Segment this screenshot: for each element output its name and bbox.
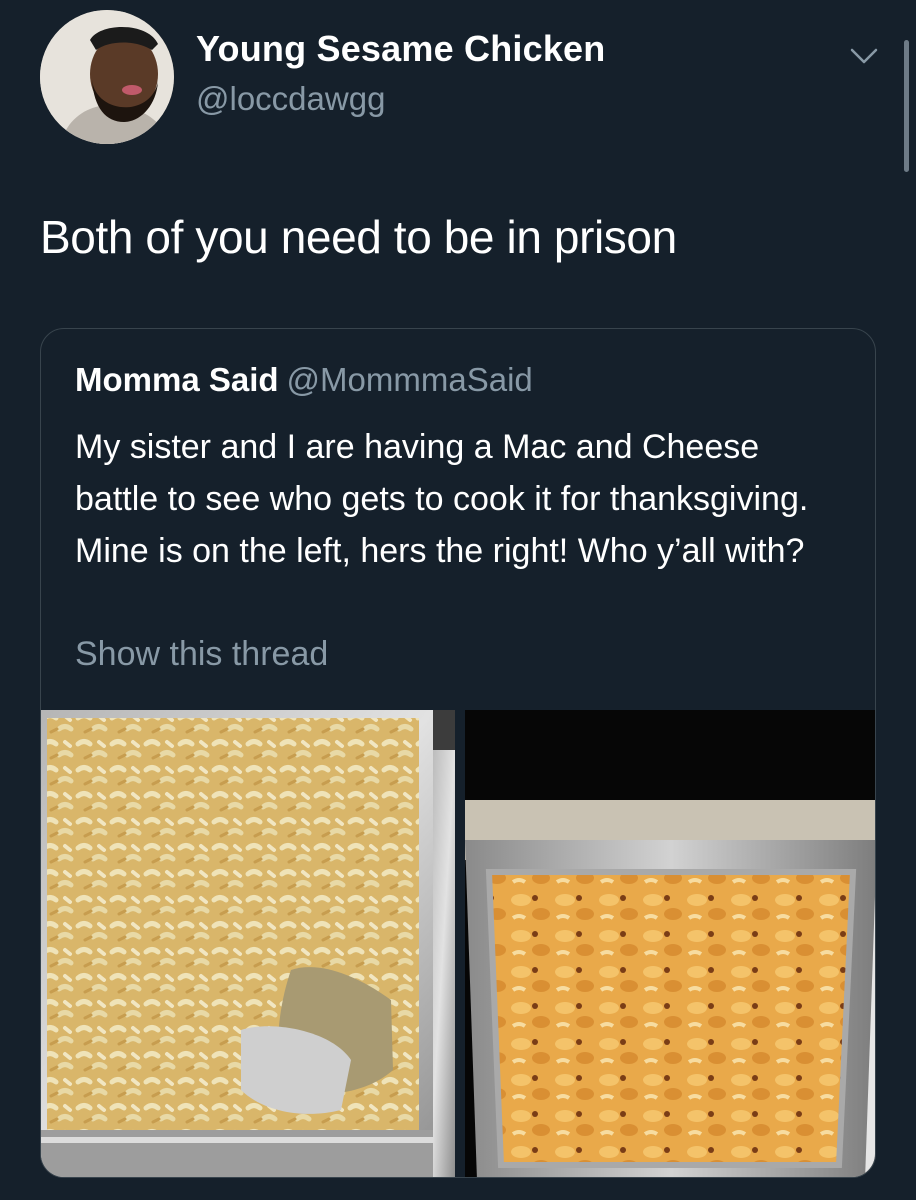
- quoted-tweet-header: Momma Said @MommmaSaid: [75, 361, 533, 399]
- quoted-tweet-text: My sister and I are having a Mac and Che…: [75, 428, 809, 570]
- left-mac-and-cheese-photo[interactable]: [41, 710, 455, 1177]
- quoted-author-handle: @MommmaSaid: [286, 361, 533, 398]
- author-display-name[interactable]: Young Sesame Chicken: [196, 28, 605, 70]
- scrollbar[interactable]: [904, 40, 909, 172]
- quoted-tweet-card[interactable]: Momma Said @MommmaSaid My sister and I ar…: [40, 328, 876, 1178]
- quoted-author-display-name: Momma Said: [75, 361, 279, 398]
- author-handle[interactable]: @loccdawgg: [196, 80, 385, 118]
- right-mac-and-cheese-photo[interactable]: [465, 710, 875, 1177]
- chevron-down-icon[interactable]: [848, 44, 880, 68]
- tweet-text: Both of you need to be in prison: [40, 211, 677, 263]
- avatar[interactable]: [40, 10, 174, 144]
- show-thread-link[interactable]: Show this thread: [75, 635, 328, 674]
- avatar-photo: [40, 10, 174, 144]
